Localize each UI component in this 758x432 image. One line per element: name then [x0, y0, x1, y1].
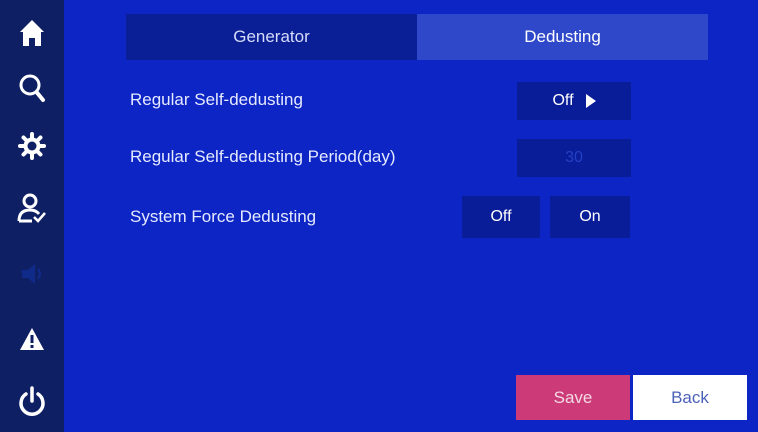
sidebar	[0, 0, 64, 432]
power-icon	[19, 386, 45, 416]
tab-bar: Generator Dedusting	[126, 14, 708, 60]
system-force-dedusting-label: System Force Dedusting	[130, 207, 317, 226]
warning-icon	[20, 328, 44, 350]
regular-self-dedusting-label: Regular Self-dedusting	[130, 90, 303, 109]
period-label: Regular Self-dedusting Period(day)	[130, 147, 396, 166]
sidebar-item-alarm[interactable]	[0, 315, 64, 363]
speaker-icon	[22, 264, 41, 284]
period-value: 30	[565, 149, 583, 166]
sidebar-item-power[interactable]	[0, 378, 64, 426]
sidebar-item-audio[interactable]	[0, 250, 64, 298]
play-arrow-icon	[585, 94, 596, 108]
search-icon	[19, 74, 45, 102]
sidebar-item-search[interactable]	[0, 64, 64, 112]
user-check-icon	[17, 193, 46, 223]
gear-icon	[18, 132, 46, 160]
period-input[interactable]: 30	[517, 139, 631, 177]
regular-self-dedusting-toggle[interactable]: Off	[517, 82, 631, 120]
sidebar-item-settings[interactable]	[0, 122, 64, 170]
force-dedusting-on-button[interactable]: On	[550, 196, 630, 238]
force-dedusting-off-button[interactable]: Off	[462, 196, 540, 238]
save-button[interactable]: Save	[516, 375, 630, 420]
sidebar-item-user[interactable]	[0, 184, 64, 232]
sidebar-item-home[interactable]	[0, 9, 64, 57]
tab-generator[interactable]: Generator	[126, 14, 417, 60]
regular-self-dedusting-value: Off	[552, 92, 574, 109]
tab-dedusting[interactable]: Dedusting	[417, 14, 708, 60]
main-panel: Generator Dedusting Regular Self-dedusti…	[64, 0, 758, 432]
home-icon	[20, 20, 44, 46]
back-button[interactable]: Back	[633, 375, 747, 420]
